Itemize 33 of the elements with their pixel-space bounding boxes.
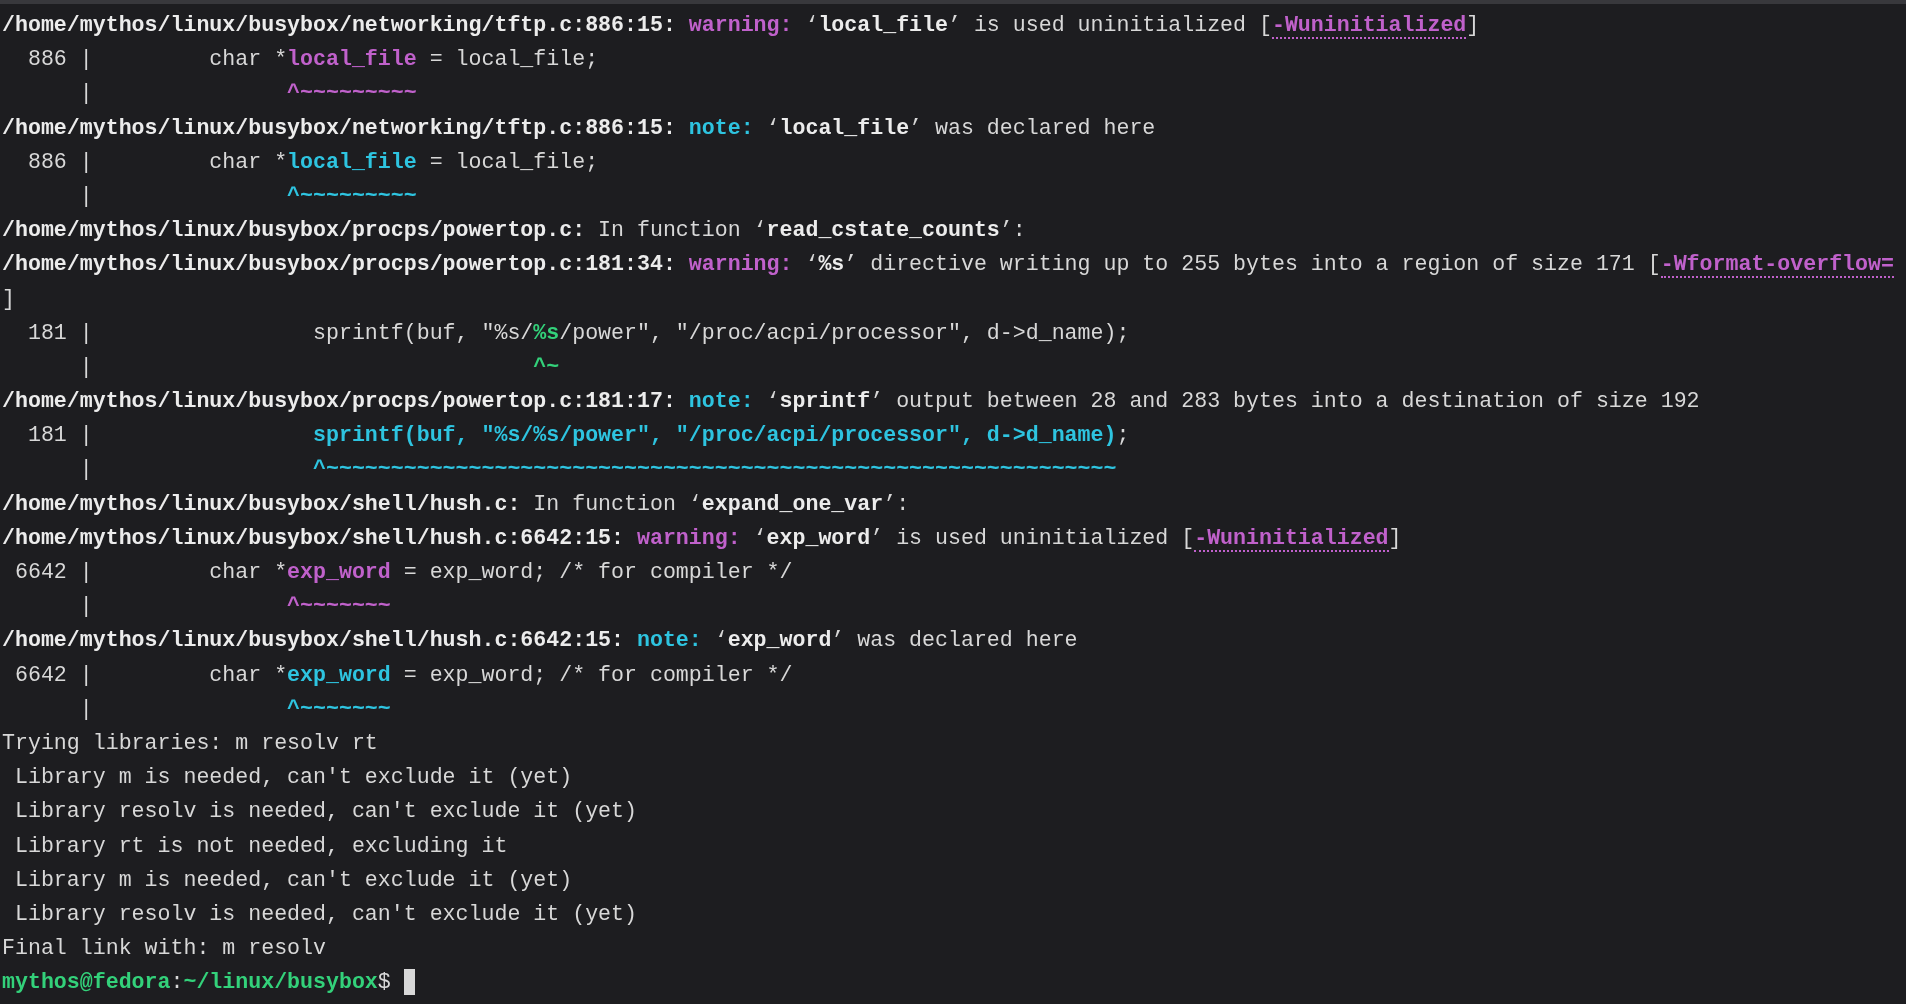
terminal-line: /home/mythos/linux/busybox/networking/tftp.c:886:15: warning: ‘local_file’ is used uninitialized [-Wuninitialized] [2,12,1480,41]
terminal-line: /home/mythos/linux/busybox/procps/powertop.c:181:34: warning: ‘%s’ directive writing up to 255 bytes into a region of size 171 [-Wformat-overflow= [2,251,1894,281]
terminal-line: 181 | sprintf(buf, "%s/%s/power", "/proc/acpi/processor", d->d_name); [26,422,1130,450]
terminal-line: | ^~~~~~~~~~ [78,182,417,210]
terminal-line: 6642 | char *exp_word = exp_word; /* for compiler */ [13,661,793,689]
terminal-line: Library resolv is needed, can't exclude it (yet) [13,900,637,928]
terminal-line: ] [2,285,15,313]
terminal-line: | ^~~~~~~~ [78,695,391,723]
terminal-line: Library m is needed, can't exclude it (yet) [13,866,573,894]
terminal-line: 886 | char *local_file = local_file; [26,46,599,74]
terminal-line: Trying libraries: m resolv rt [2,729,378,757]
terminal-line: Final link with: m resolv [2,935,326,963]
terminal-line: /home/mythos/linux/busybox/shell/hush.c:6642:15: note: ‘exp_word’ was declared here [2,627,1078,655]
terminal-line: 6642 | char *exp_word = exp_word; /* for compiler */ [13,559,793,586]
terminal-line: Library resolv is needed, can't exclude it (yet) [13,798,637,826]
warning-flag-link[interactable]: -Wuninitialized [1194,525,1389,552]
terminal-line: | ^~~~~~~~ [78,593,391,621]
terminal-line: /home/mythos/linux/busybox/shell/hush.c:6642:15: warning: ‘exp_word’ is used uninitialized [-Wuninitialized] [2,524,1402,554]
cursor-icon [403,969,415,996]
terminal-line: | ^~ [78,353,560,381]
terminal-line: /home/mythos/linux/busybox/procps/powertop.c: In function ‘read_cstate_counts’: [2,217,1026,245]
terminal-line: 181 | sprintf(buf, "%s/%s/power", "/proc/acpi/processor", d->d_name); [26,319,1130,347]
terminal-line: /home/mythos/linux/busybox/shell/hush.c: In function ‘expand_one_var’: [2,490,910,518]
terminal-line: Library m is needed, can't exclude it (yet) [13,764,573,792]
terminal-line: /home/mythos/linux/busybox/procps/powertop.c:181:17: note: ‘sprintf’ output between 28 and 283 bytes into a destination of size 192 [2,388,1700,416]
terminal-line: | ^~~~~~~~~~ [78,80,417,108]
shell-prompt: mythos@fedora:~/linux/busybox$ [2,969,392,997]
terminal-line: | ^~~~~~~~~~~~~~~~~~~~~~~~~~~~~~~~~~~~~~~~~~~~~~~~~~~~~~~~~~~~~~ [78,456,1117,484]
terminal-line: 886 | char *local_file = local_file; [26,148,599,176]
warning-flag-link[interactable]: -Wuninitialized [1271,13,1467,39]
warning-flag-link[interactable]: -Wformat-overflow= [1660,252,1894,279]
terminal-line: /home/mythos/linux/busybox/networking/tftp.c:886:15: note: ‘local_file’ was declared here [2,114,1156,142]
terminal-line: Library rt is not needed, excluding it [13,832,508,860]
